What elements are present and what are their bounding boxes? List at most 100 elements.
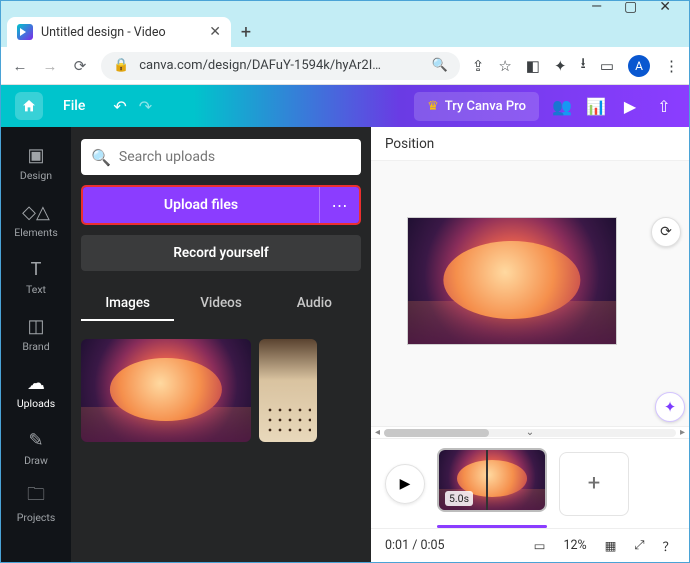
horizontal-scrollbar[interactable]: ◂ ⌄ ▸ bbox=[371, 426, 689, 438]
browser-tab-active[interactable]: Untitled design - Video ✕ bbox=[7, 17, 231, 47]
profile-avatar[interactable]: A bbox=[628, 55, 650, 77]
share-icon[interactable]: ⇪ bbox=[472, 57, 485, 75]
magic-button[interactable]: ✦ bbox=[655, 392, 685, 422]
clip-duration-label: 5.0s bbox=[445, 491, 473, 506]
canvas-image[interactable] bbox=[408, 218, 616, 344]
forward-button[interactable]: → bbox=[41, 57, 59, 75]
uploads-cloud-icon: ☁ bbox=[27, 373, 45, 393]
clip-selection-indicator bbox=[437, 525, 547, 528]
home-button[interactable] bbox=[15, 92, 43, 120]
rail-projects[interactable]: 🗀 Projects bbox=[1, 479, 71, 532]
projects-folder-icon: 🗀 bbox=[27, 487, 45, 507]
canvas-column: Position ⟳ ✦ ◂ ⌄ ▸ ▶ bbox=[371, 127, 689, 562]
browser-toolbar: ← → ⟳ 🔒 canva.com/design/DAFuY-1594k/hyA… bbox=[1, 47, 689, 85]
grid-view-icon[interactable]: ▦ bbox=[605, 538, 617, 554]
fullscreen-icon[interactable]: ⤢ bbox=[634, 538, 644, 553]
bottom-bar: 0:01 / 0:05 ▭ 12% ▦ ⤢ ？ bbox=[371, 528, 689, 562]
uploads-tabs: Images Videos Audio bbox=[81, 287, 361, 321]
collaborators-icon[interactable]: 👥 bbox=[551, 97, 573, 116]
share-export-icon[interactable]: ⇧ bbox=[653, 97, 675, 116]
extension-square-icon[interactable]: ◧ bbox=[526, 57, 540, 75]
kebab-menu-icon[interactable]: ⋮ bbox=[664, 57, 679, 75]
tab-images[interactable]: Images bbox=[81, 287, 174, 321]
scroll-track[interactable]: ⌄ bbox=[384, 429, 676, 437]
tab-close-button[interactable]: ✕ bbox=[209, 24, 221, 40]
upload-more-button[interactable]: ⋯ bbox=[319, 187, 359, 223]
timeline-clip-1[interactable]: 5.0s bbox=[437, 448, 547, 512]
tab-audio[interactable]: Audio bbox=[268, 287, 361, 321]
search-uploads[interactable]: 🔍 bbox=[81, 139, 361, 175]
canvas-frame[interactable] bbox=[407, 217, 617, 345]
side-rail: ▣ Design ◇△ Elements T Text ◫ Brand ☁ Up… bbox=[1, 127, 71, 562]
uploads-panel: 🔍 Upload files ⋯ Record yourself Images … bbox=[71, 127, 371, 562]
record-yourself-button[interactable]: Record yourself bbox=[81, 235, 361, 271]
text-icon: T bbox=[31, 259, 42, 279]
rail-label: Projects bbox=[17, 511, 56, 524]
main-row: ▣ Design ◇△ Elements T Text ◫ Brand ☁ Up… bbox=[1, 127, 689, 562]
undo-button[interactable]: ↶ bbox=[113, 97, 126, 116]
rail-label: Uploads bbox=[17, 397, 55, 410]
reset-rotation-button[interactable]: ⟳ bbox=[651, 217, 681, 247]
search-icon: 🔍 bbox=[91, 148, 111, 167]
rail-label: Draw bbox=[24, 454, 48, 467]
rail-uploads[interactable]: ☁ Uploads bbox=[1, 365, 71, 418]
bookmark-icon[interactable]: ☆ bbox=[498, 57, 511, 75]
upload-thumb-2[interactable] bbox=[259, 339, 317, 442]
time-readout: 0:01 / 0:05 bbox=[385, 538, 445, 553]
canva-favicon-icon bbox=[17, 24, 33, 40]
playhead[interactable] bbox=[486, 448, 488, 512]
elements-icon: ◇△ bbox=[22, 202, 50, 222]
address-bar[interactable]: 🔒 canva.com/design/DAFuY-1594k/hyAr2I… 🔍 bbox=[101, 52, 460, 80]
extensions-puzzle-icon[interactable]: ✦ bbox=[554, 57, 567, 75]
rail-elements[interactable]: ◇△ Elements bbox=[1, 194, 71, 247]
search-in-page-icon[interactable]: 🔍 bbox=[432, 58, 448, 73]
analytics-icon[interactable]: 📊 bbox=[585, 97, 607, 116]
upload-thumb-1[interactable] bbox=[81, 339, 251, 442]
scroll-left-icon[interactable]: ◂ bbox=[375, 427, 380, 438]
try-canva-pro-button[interactable]: ♛ Try Canva Pro bbox=[414, 92, 539, 121]
zoom-percent[interactable]: 12% bbox=[563, 538, 586, 553]
rail-text[interactable]: T Text bbox=[1, 251, 71, 304]
try-pro-label: Try Canva Pro bbox=[445, 99, 526, 114]
rail-label: Elements bbox=[14, 226, 58, 239]
browser-tabbar: Untitled design - Video ✕ + bbox=[1, 13, 689, 47]
clip-wrapper: 5.0s bbox=[437, 448, 547, 520]
back-button[interactable]: ← bbox=[11, 57, 29, 75]
rail-brand[interactable]: ◫ Brand bbox=[1, 308, 71, 361]
scroll-thumb[interactable] bbox=[384, 429, 489, 437]
present-play-icon[interactable]: ▶ bbox=[619, 97, 641, 116]
scroll-right-icon[interactable]: ▸ bbox=[680, 427, 685, 438]
url-text: canva.com/design/DAFuY-1594k/hyAr2I… bbox=[139, 58, 381, 73]
uploads-thumbnails bbox=[81, 339, 361, 442]
chevron-down-icon[interactable]: ⌄ bbox=[526, 427, 534, 438]
redo-button[interactable]: ↷ bbox=[139, 97, 152, 116]
play-button[interactable]: ▶ bbox=[385, 464, 425, 504]
notes-icon[interactable]: ▭ bbox=[534, 538, 546, 554]
file-menu[interactable]: File bbox=[55, 93, 93, 119]
download-icon[interactable]: ⭳ bbox=[581, 53, 586, 78]
lock-icon: 🔒 bbox=[113, 58, 129, 73]
add-clip-button[interactable]: + bbox=[559, 452, 629, 516]
window-frame: — ▢ ✕ Untitled design - Video ✕ + ← → ⟳ … bbox=[0, 0, 690, 563]
search-uploads-input[interactable] bbox=[119, 149, 351, 165]
rail-label: Brand bbox=[22, 340, 49, 353]
tab-title: Untitled design - Video bbox=[41, 25, 166, 40]
rail-label: Design bbox=[20, 169, 52, 182]
canva-topbar: File ↶ ↷ ♛ Try Canva Pro 👥 📊 ▶ ⇧ bbox=[1, 85, 689, 127]
timeline: ▶ 5.0s + bbox=[371, 438, 689, 528]
brand-icon: ◫ bbox=[27, 316, 44, 336]
help-icon[interactable]: ？ bbox=[662, 536, 675, 555]
crown-icon: ♛ bbox=[427, 99, 439, 114]
tab-videos[interactable]: Videos bbox=[174, 287, 267, 321]
reload-button[interactable]: ⟳ bbox=[71, 57, 89, 75]
window-titlebar: — ▢ ✕ bbox=[1, 1, 689, 13]
new-tab-button[interactable]: + bbox=[231, 17, 261, 47]
rail-draw[interactable]: ✎ Draw bbox=[1, 422, 71, 475]
canvas-stage[interactable]: ⟳ ✦ bbox=[371, 161, 689, 426]
upload-files-button[interactable]: Upload files bbox=[83, 187, 319, 223]
upload-files-highlight: Upload files ⋯ bbox=[81, 185, 361, 225]
reader-icon[interactable]: ▭ bbox=[600, 57, 614, 75]
position-button[interactable]: Position bbox=[385, 136, 434, 152]
canvas-toolbar: Position bbox=[371, 127, 689, 161]
rail-design[interactable]: ▣ Design bbox=[1, 137, 71, 190]
